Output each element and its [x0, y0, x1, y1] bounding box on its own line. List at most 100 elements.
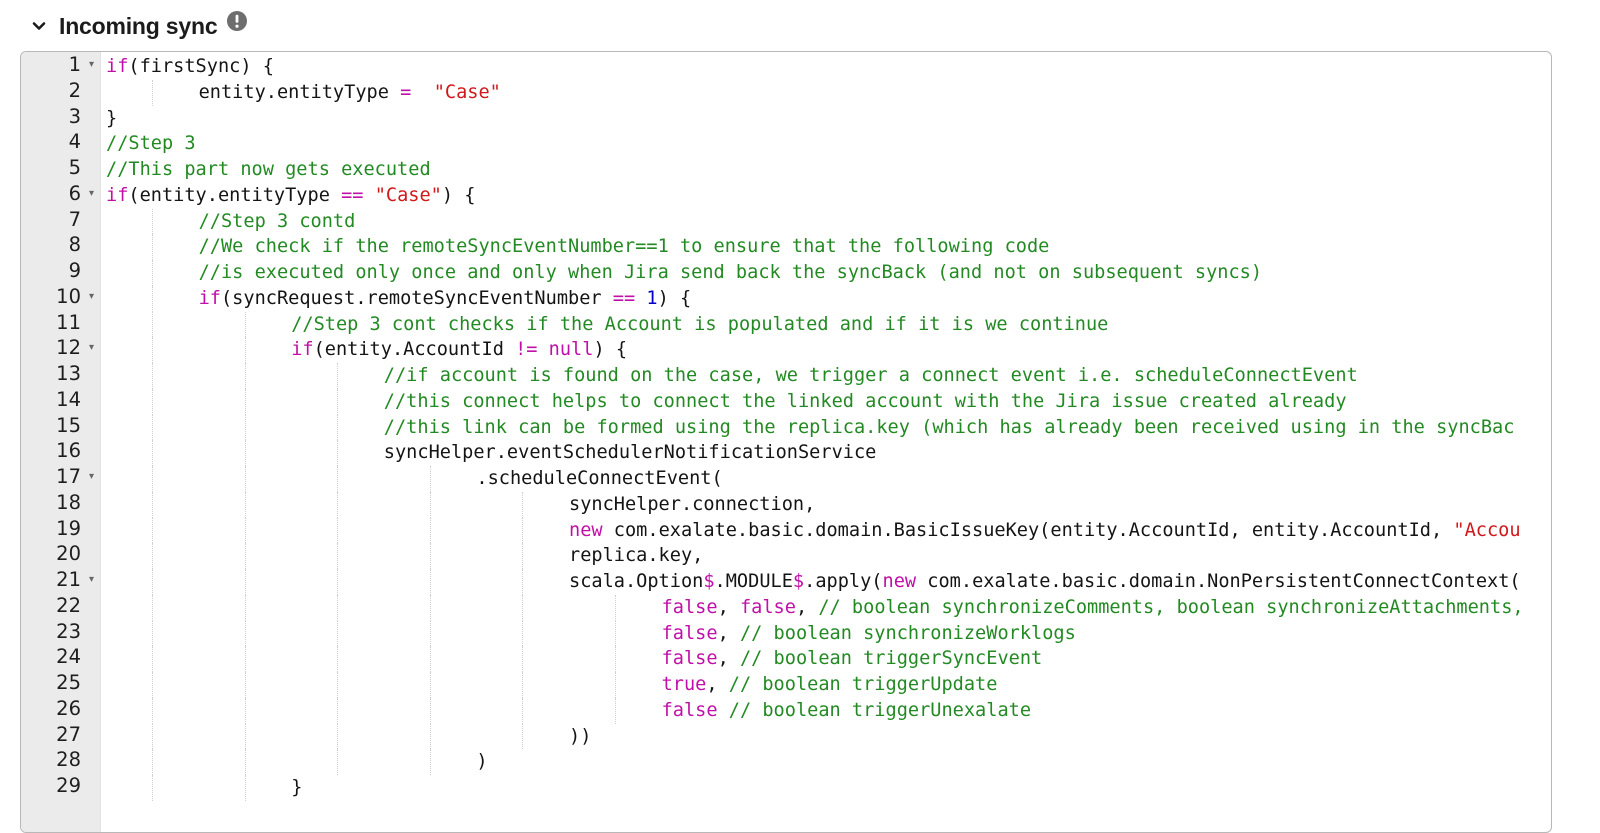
code-line[interactable]: false, // boolean triggerSyncEvent: [106, 646, 1551, 672]
indent-guide: [152, 723, 153, 750]
indent-guide: [615, 697, 616, 724]
line-number: 10: [56, 284, 81, 308]
code-token: //Step 3 contd: [198, 210, 356, 232]
indent-guide: [337, 388, 339, 415]
fold-toggle-icon[interactable]: ▾: [89, 464, 94, 490]
code-token: syncHelper.connection,: [569, 493, 816, 515]
indent-guide: [244, 646, 246, 672]
fold-toggle-icon[interactable]: ▾: [89, 52, 94, 78]
code-token: //is executed only once and only when Ji…: [198, 262, 1263, 283]
code-token: false: [739, 596, 796, 618]
code-line[interactable]: //Step 3 cont checks if the Account is p…: [106, 311, 1551, 338]
code-line[interactable]: replica.key,: [106, 543, 1551, 569]
code-line[interactable]: //this link can be formed using the repl…: [106, 414, 1551, 441]
indent-guide: [244, 749, 246, 775]
indent-guide: [337, 620, 339, 647]
code-token: .scheduleConnectEvent(: [476, 468, 723, 489]
indent-guide: [522, 620, 524, 647]
code-line[interactable]: false, false, // boolean synchronizeComm…: [106, 594, 1551, 621]
gutter-row: 14: [21, 387, 100, 413]
code-line[interactable]: //this connect helps to connect the link…: [106, 388, 1551, 415]
code-line[interactable]: )): [106, 723, 1551, 750]
indent-guide: [152, 337, 153, 363]
indent-guide: [337, 723, 339, 750]
code-line[interactable]: }: [106, 775, 1551, 801]
code-token: // boolean synchronizeComments, boolean …: [818, 596, 1524, 618]
code-line[interactable]: if(syncRequest.remoteSyncEventNumber == …: [106, 285, 1551, 312]
code-line[interactable]: scala.Option$.MODULE$.apply(new com.exal…: [106, 569, 1551, 595]
fold-toggle-icon[interactable]: ▾: [89, 284, 94, 310]
code-line[interactable]: if(firstSync) {: [106, 54, 1551, 80]
line-number: 15: [56, 413, 81, 437]
gutter-row: 1 ▾: [21, 52, 100, 78]
line-number: 12: [56, 336, 81, 360]
line-number: 9: [68, 259, 81, 282]
code-line[interactable]: if(entity.entityType == "Case") {: [106, 183, 1551, 209]
code-line[interactable]: //This part now gets executed: [106, 157, 1551, 183]
indent-guide: [429, 723, 431, 750]
code-token: ) {: [441, 184, 476, 206]
chevron-down-icon[interactable]: [30, 17, 48, 35]
code-token: }: [291, 777, 303, 798]
indent-guide: [244, 337, 246, 363]
fold-toggle-icon[interactable]: ▾: [89, 335, 94, 361]
code-line[interactable]: //Step 3 contd: [106, 208, 1551, 235]
gutter-row: 17 ▾: [21, 464, 100, 490]
gutter-row: 13: [21, 361, 100, 387]
code-area[interactable]: if(firstSync) {entity.entityType = "Case…: [106, 54, 1551, 801]
code-token: // boolean synchronizeWorklogs: [739, 622, 1076, 644]
code-line[interactable]: ): [106, 749, 1551, 775]
indent-guide: [429, 672, 431, 698]
code-token: // boolean triggerUnexalate: [728, 699, 1032, 721]
code-editor[interactable]: 1 ▾ 2 3 4 5 6 ▾ 7 8 9 10 ▾ 11 12 ▾ 13 14 15 16 17 ▾ 18 19 20 21 ▾ 2…: [20, 51, 1552, 833]
gutter-row: 4: [21, 129, 100, 155]
code-line[interactable]: syncHelper.connection,: [106, 491, 1551, 518]
code-token: )): [569, 725, 592, 747]
indent-guide: [429, 517, 431, 544]
code-line[interactable]: //if account is found on the case, we tr…: [106, 363, 1551, 389]
indent-guide: [429, 646, 431, 672]
code-line[interactable]: }: [106, 106, 1551, 132]
incoming-sync-header[interactable]: Incoming sync: [30, 6, 248, 46]
code-token: (entity.AccountId: [313, 339, 516, 361]
indent-guide: [152, 646, 153, 672]
indent-guide: [337, 569, 339, 595]
indent-guide: [244, 311, 246, 338]
indent-guide: [244, 466, 246, 492]
section-title: Incoming sync: [59, 12, 218, 39]
gutter-row: 29: [21, 773, 100, 799]
code-line[interactable]: entity.entityType = "Case": [106, 79, 1551, 106]
code-line[interactable]: new com.exalate.basic.domain.BasicIssueK…: [106, 517, 1551, 544]
exclamation-circle-icon[interactable]: [226, 10, 248, 32]
indent-guide: [615, 594, 616, 621]
indent-guide: [429, 749, 431, 775]
fold-toggle-icon[interactable]: ▾: [89, 567, 94, 593]
code-line[interactable]: false, // boolean synchronizeWorklogs: [106, 620, 1551, 647]
gutter-row: 9: [21, 258, 100, 284]
code-token: com.exalate.basic.domain.NonPersistentCo…: [916, 571, 1521, 592]
code-line[interactable]: if(entity.AccountId != null) {: [106, 337, 1551, 363]
code-line[interactable]: syncHelper.eventSchedulerNotificationSer…: [106, 440, 1551, 466]
code-line[interactable]: //We check if the remoteSyncEventNumber=…: [106, 234, 1551, 260]
indent-guide: [522, 517, 524, 544]
fold-toggle-icon[interactable]: ▾: [89, 181, 94, 207]
line-number: 24: [56, 645, 81, 669]
indent-guide: [244, 672, 246, 698]
indent-guide: [429, 594, 431, 621]
line-number: 11: [56, 310, 81, 334]
code-line[interactable]: //is executed only once and only when Ji…: [106, 260, 1551, 286]
code-token: syncHelper.eventSchedulerNotificationSer…: [383, 442, 877, 464]
code-token: !=: [515, 339, 538, 361]
code-line[interactable]: true, // boolean triggerUpdate: [106, 672, 1551, 698]
indent-guide: [152, 260, 153, 286]
code-line[interactable]: false // boolean triggerUnexalate: [106, 697, 1551, 724]
code-token: //We check if the remoteSyncEventNumber=…: [198, 236, 1050, 258]
gutter-row: 27: [21, 722, 100, 748]
code-line[interactable]: .scheduleConnectEvent(: [106, 466, 1551, 492]
indent-guide: [337, 543, 339, 569]
line-number: 14: [56, 387, 81, 411]
code-line[interactable]: //Step 3: [106, 131, 1551, 157]
indent-guide: [152, 491, 153, 518]
code-token: if: [106, 56, 129, 77]
